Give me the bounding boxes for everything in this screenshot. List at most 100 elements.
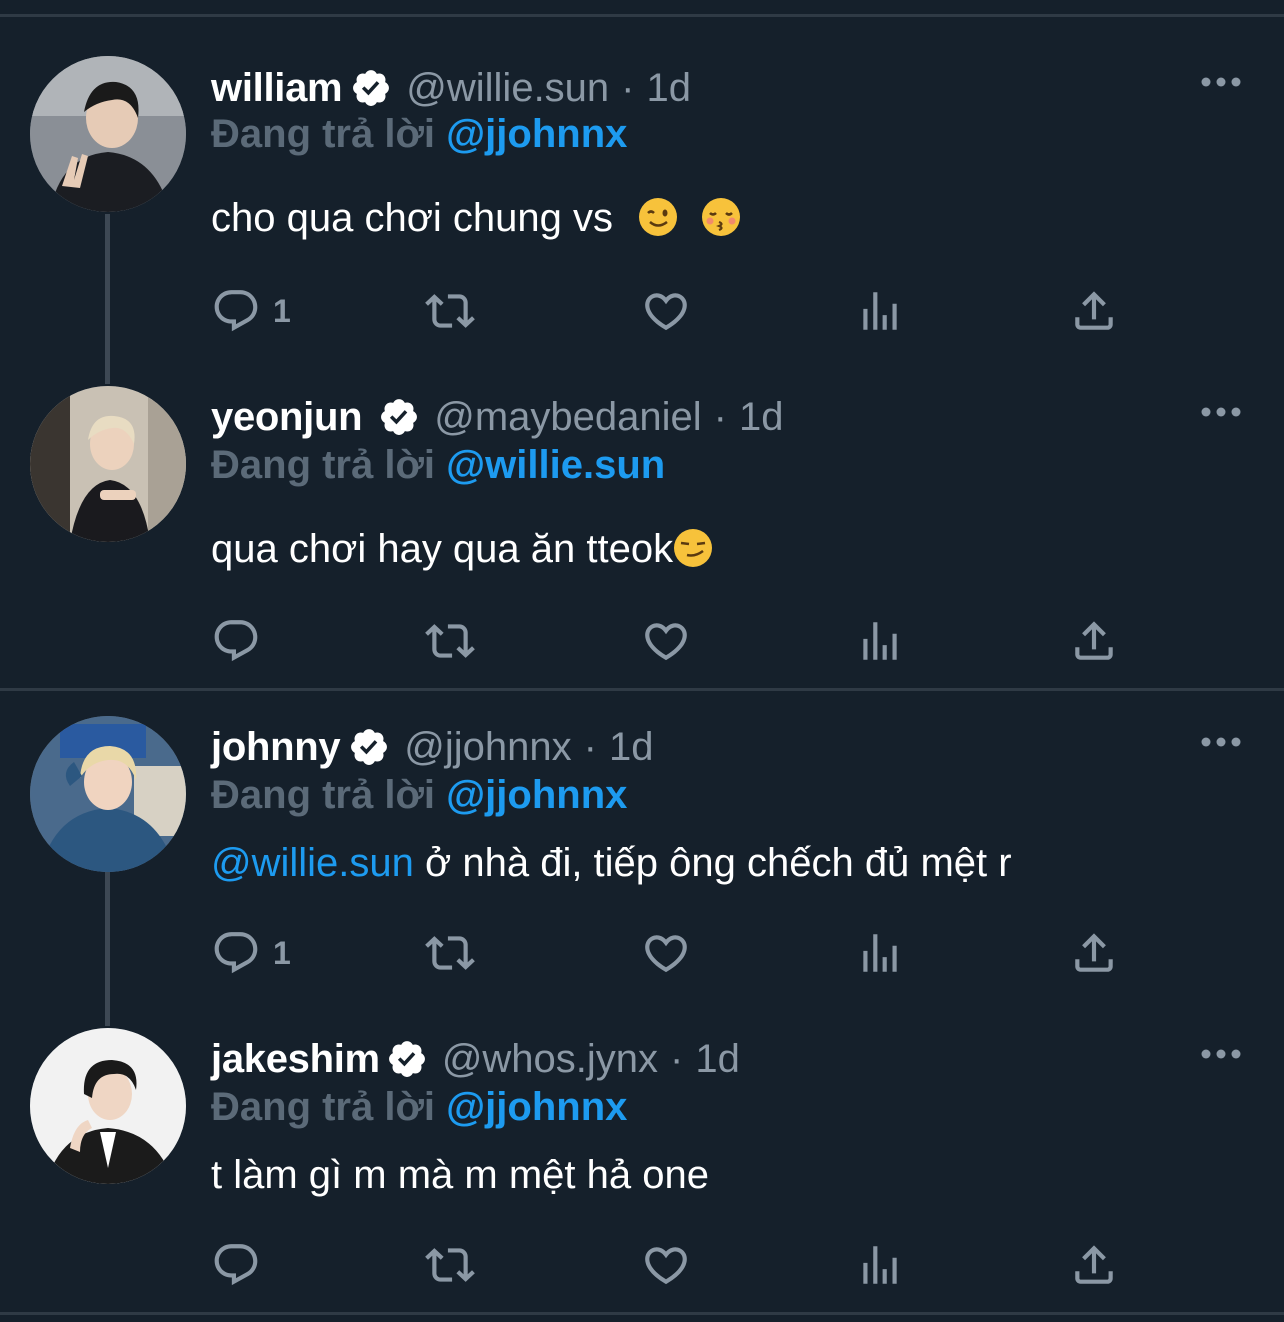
retweet-icon xyxy=(425,624,475,658)
replying-label: Đang trả lời xyxy=(211,1085,436,1129)
tweet-header: yeonjun @maybedaniel · 1d xyxy=(211,389,784,445)
views-button[interactable] xyxy=(855,928,905,978)
tweet-actions xyxy=(211,616,1211,666)
retweet-button[interactable] xyxy=(425,286,475,336)
retweet-button[interactable] xyxy=(425,928,475,978)
tweet-actions: 1 xyxy=(211,286,1211,336)
reply-icon xyxy=(214,290,258,332)
views-button[interactable] xyxy=(855,286,905,336)
tweet-text: @willie.sun ở nhà đi, tiếp ông chếch đủ … xyxy=(211,841,1012,886)
heart-icon xyxy=(645,623,687,661)
replying-label: Đang trả lời xyxy=(211,773,436,817)
views-button[interactable] xyxy=(855,616,905,666)
timestamp[interactable]: 1d xyxy=(647,66,692,111)
reply-mention-link[interactable]: @jjohnnx xyxy=(446,112,627,156)
tweet-actions: 1 xyxy=(211,928,1211,978)
separator: · xyxy=(583,724,597,769)
tweet-header: johnny @jjohnnx · 1d xyxy=(211,719,654,775)
retweet-button[interactable] xyxy=(425,616,475,666)
share-button[interactable] xyxy=(1069,286,1119,336)
separator: · xyxy=(713,394,727,439)
tweet-text-content: qua chơi hay qua ăn tteok xyxy=(211,527,674,571)
reply-icon xyxy=(214,932,258,974)
avatar[interactable] xyxy=(30,1028,186,1184)
reply-mention-link[interactable]: @willie.sun xyxy=(446,443,665,487)
more-options-icon[interactable] xyxy=(1198,732,1244,752)
share-button[interactable] xyxy=(1069,1240,1119,1290)
views-button[interactable] xyxy=(855,1240,905,1290)
replying-label: Đang trả lời xyxy=(211,112,436,156)
tweet-text: t làm gì m mà m mệt hả one xyxy=(211,1153,709,1198)
more-options-icon[interactable] xyxy=(1198,1044,1244,1064)
replying-to: Đang trả lời @jjohnnx xyxy=(211,773,627,818)
more-options-icon[interactable] xyxy=(1198,72,1244,92)
text-mention-link[interactable]: @willie.sun xyxy=(211,841,414,885)
like-button[interactable] xyxy=(641,1240,691,1290)
like-button[interactable] xyxy=(641,928,691,978)
display-name[interactable]: johnny xyxy=(211,725,341,770)
reply-button[interactable]: 1 xyxy=(211,928,291,978)
avatar[interactable] xyxy=(30,716,186,872)
replying-label: Đang trả lời xyxy=(211,443,436,487)
heart-icon xyxy=(645,935,687,973)
tweet-text: cho qua chơi chung vs xyxy=(211,196,741,247)
reply-button[interactable] xyxy=(211,616,273,666)
tweet-text-content: ở nhà đi, tiếp ông chếch đủ mệt r xyxy=(413,841,1012,885)
divider-middle xyxy=(0,688,1284,691)
timestamp[interactable]: 1d xyxy=(695,1037,740,1082)
verified-badge-icon xyxy=(386,1038,428,1080)
verified-badge-icon xyxy=(378,396,420,438)
reply-button[interactable]: 1 xyxy=(211,286,291,336)
tweet-actions xyxy=(211,1240,1211,1290)
retweet-icon xyxy=(425,1248,475,1282)
kissing-face-closed-eyes-emoji xyxy=(701,197,741,247)
user-handle[interactable]: @willie.sun xyxy=(406,66,609,111)
reply-count: 1 xyxy=(273,934,291,971)
heart-icon xyxy=(645,1247,687,1285)
retweet-icon xyxy=(425,294,475,328)
display-name[interactable]: jakeshim xyxy=(211,1037,380,1082)
divider-bottom xyxy=(0,1312,1284,1315)
tweet-text-content: cho qua chơi chung vs xyxy=(211,196,614,240)
separator: · xyxy=(621,65,635,110)
reply-button[interactable] xyxy=(211,1240,273,1290)
reply-icon xyxy=(214,1244,258,1286)
winking-face-emoji xyxy=(638,197,678,247)
display-name[interactable]: william xyxy=(211,66,343,111)
retweet-button[interactable] xyxy=(425,1240,475,1290)
user-handle[interactable]: @maybedaniel xyxy=(434,395,701,440)
thread-line xyxy=(105,872,110,1026)
like-button[interactable] xyxy=(641,286,691,336)
share-icon xyxy=(1075,621,1113,660)
replying-to: Đang trả lời @jjohnnx xyxy=(211,112,627,157)
analytics-icon xyxy=(863,622,897,660)
analytics-icon xyxy=(863,1246,897,1284)
reply-mention-link[interactable]: @jjohnnx xyxy=(446,773,627,817)
tweet-header: jakeshim @whos.jynx · 1d xyxy=(211,1031,740,1087)
avatar[interactable] xyxy=(30,386,186,542)
share-button[interactable] xyxy=(1069,616,1119,666)
analytics-icon xyxy=(863,292,897,330)
user-handle[interactable]: @jjohnnx xyxy=(404,725,571,770)
share-button[interactable] xyxy=(1069,928,1119,978)
timestamp[interactable]: 1d xyxy=(739,395,784,440)
reply-icon xyxy=(214,620,258,662)
share-icon xyxy=(1075,1245,1113,1284)
user-handle[interactable]: @whos.jynx xyxy=(442,1037,658,1082)
verified-badge-icon xyxy=(350,67,392,109)
tweet-text-content: t làm gì m mà m mệt hả one xyxy=(211,1153,709,1197)
smirking-face-emoji xyxy=(673,528,713,578)
replying-to: Đang trả lời @willie.sun xyxy=(211,443,665,488)
tweet-text: qua chơi hay qua ăn tteok xyxy=(211,527,713,578)
timestamp[interactable]: 1d xyxy=(609,725,654,770)
thread-line xyxy=(105,214,110,384)
heart-icon xyxy=(645,293,687,331)
share-icon xyxy=(1075,291,1113,330)
analytics-icon xyxy=(863,934,897,972)
display-name[interactable]: yeonjun xyxy=(211,395,363,440)
tweet-header: william @willie.sun · 1d xyxy=(211,60,691,116)
like-button[interactable] xyxy=(641,616,691,666)
avatar[interactable] xyxy=(30,56,186,212)
more-options-icon[interactable] xyxy=(1198,402,1244,422)
reply-mention-link[interactable]: @jjohnnx xyxy=(446,1085,627,1129)
